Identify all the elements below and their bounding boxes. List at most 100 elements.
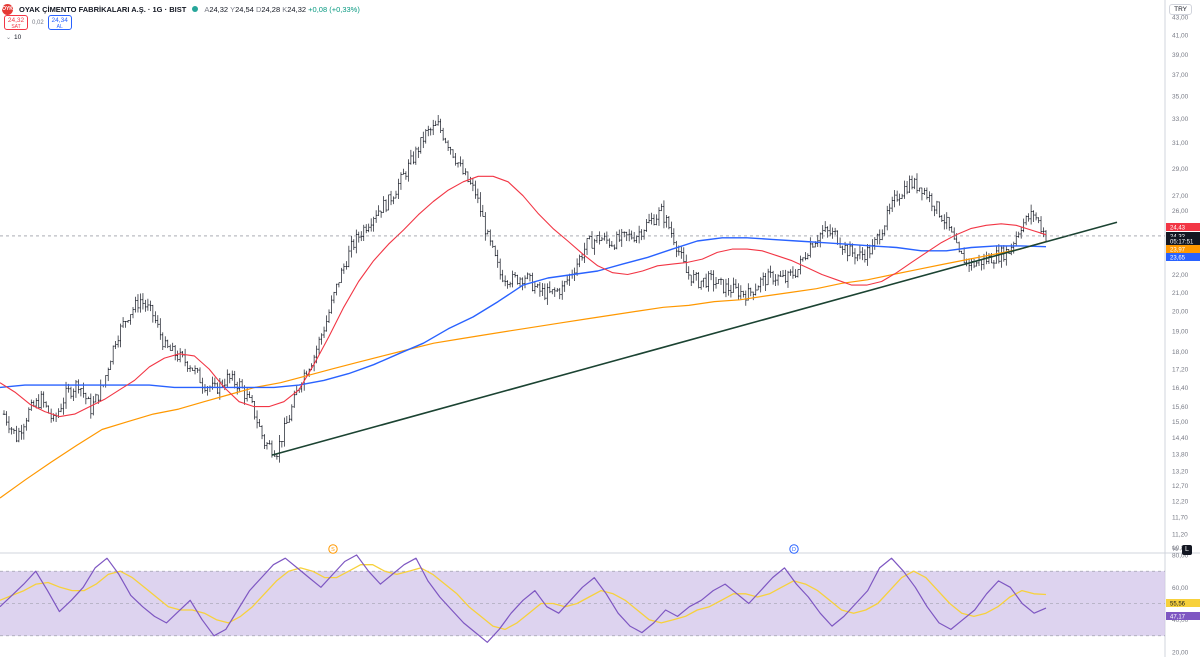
ohlc-bar xyxy=(479,192,482,217)
ohlc-bar xyxy=(650,212,653,225)
price-tick-label: 20,00 xyxy=(1172,309,1189,316)
ohlc-bar xyxy=(699,280,703,290)
ohlc-bar xyxy=(660,203,663,212)
ohlc-bar xyxy=(129,314,132,325)
ohlc-bar xyxy=(908,175,911,194)
price-tick-label: 39,00 xyxy=(1172,52,1189,59)
ohlc-bar xyxy=(1017,231,1020,238)
ohlc-bar xyxy=(697,272,700,289)
ohlc-bar xyxy=(943,214,946,230)
ohlc-bar xyxy=(149,300,152,312)
ohlc-bar xyxy=(950,226,953,233)
log-scale-button[interactable]: L xyxy=(1182,545,1192,555)
ohlc-bar xyxy=(228,373,231,384)
ohlc-bar xyxy=(610,240,614,247)
price-axis-badge-text: 23,65 xyxy=(1170,255,1186,261)
ohlc-bar xyxy=(461,159,465,175)
ohlc-bar xyxy=(556,287,559,292)
ohlc-bar xyxy=(154,311,157,324)
ohlc-bar xyxy=(337,282,341,288)
symbol-name: OYAK ÇİMENTO FABRİKALARI A.Ş. xyxy=(19,4,146,14)
price-tick-label: 21,00 xyxy=(1172,290,1189,297)
ohlc-bar xyxy=(886,205,889,231)
close-value: 24,32 xyxy=(287,4,307,14)
ohlc-bar xyxy=(188,365,192,373)
chevron-down-icon: ⌄ xyxy=(6,35,12,41)
ohlc-bar xyxy=(734,279,738,289)
ohlc-bar xyxy=(409,149,413,165)
ohlc-bar xyxy=(456,162,460,168)
ohlc-bar xyxy=(255,410,259,429)
ohlc-bar xyxy=(469,176,472,185)
ohlc-bar xyxy=(915,173,919,194)
sell-button[interactable]: 24,32 SAT xyxy=(4,15,28,30)
ohlc-bar xyxy=(116,335,120,348)
ohlc-bar xyxy=(742,290,745,298)
ohlc-bar xyxy=(330,295,333,314)
ohlc-bar xyxy=(754,283,757,296)
chart-canvas[interactable]: 43,00 41,00 39,00 37,00 35,00 33,00 31,00 29,00… xyxy=(0,0,1200,657)
ohlc-bar xyxy=(369,218,373,232)
ohlc-bar xyxy=(702,277,705,288)
ohlc-bar xyxy=(863,249,867,263)
ohlc-bar xyxy=(121,317,125,328)
ohlc-bar xyxy=(1015,231,1018,247)
ohlc-bar xyxy=(583,242,586,263)
ohlc-bar xyxy=(898,193,901,206)
ohlc-bar xyxy=(367,223,370,233)
ohlc-bar xyxy=(930,193,934,212)
ohlc-bar xyxy=(87,396,90,400)
price-tick-label: 31,00 xyxy=(1172,140,1189,147)
ohlc-bar xyxy=(471,178,475,192)
ohlc-bar xyxy=(811,242,814,248)
ohlc-bar xyxy=(868,244,872,259)
ohlc-bar xyxy=(541,282,544,296)
percent-scale-button[interactable]: % xyxy=(1172,545,1178,555)
ohlc-bar xyxy=(159,318,162,340)
ohlc-bar xyxy=(171,342,174,351)
ohlc-bar xyxy=(920,187,924,201)
ohlc-bar xyxy=(1029,204,1033,225)
rsi-axis-badge-text: 55,56 xyxy=(1170,601,1186,607)
ohlc-bar xyxy=(876,233,879,245)
ohlc-bar xyxy=(494,245,497,257)
ohlc-bar xyxy=(231,370,234,381)
ohlc-bar xyxy=(335,283,338,296)
currency-selector[interactable]: TRY xyxy=(1169,4,1192,15)
ohlc-bar xyxy=(392,196,395,205)
price-tick-label: 35,00 xyxy=(1172,93,1189,100)
price-tick-label: 41,00 xyxy=(1172,33,1189,40)
symbol-title[interactable]: OYAK ÇİMENTO FABRİKALARI A.Ş. · 1G · BIS… xyxy=(19,5,186,14)
indicators-toggle[interactable]: ⌄ 10 xyxy=(6,34,21,41)
ohlc-bar xyxy=(126,320,130,323)
ohlc-bar xyxy=(340,267,343,284)
ohlc-bar xyxy=(2,410,6,416)
ohlc-bar xyxy=(652,214,656,226)
ohlc-bar xyxy=(263,434,266,449)
ohlc-bar xyxy=(414,146,418,165)
ohlc-bar xyxy=(285,416,289,424)
ohlc-bar xyxy=(563,280,566,292)
ohlc-bar xyxy=(384,199,388,213)
ohlc-bar xyxy=(94,393,97,403)
ohlc-bar xyxy=(910,175,914,190)
ohlc-bar xyxy=(603,232,606,241)
ohlc-bar xyxy=(546,283,549,305)
ohlc-bar xyxy=(871,239,874,255)
ohlc-bar xyxy=(635,235,638,244)
buy-button[interactable]: 24,34 AL xyxy=(47,15,72,30)
price-tick-label: 29,00 xyxy=(1172,166,1189,173)
ohlc-bar xyxy=(841,245,844,255)
ohlc-bar xyxy=(476,188,480,204)
title-separator: · xyxy=(147,4,151,14)
ohlc-bar xyxy=(722,279,725,294)
chart-root: 43,00 41,00 39,00 37,00 35,00 33,00 31,00 29,00… xyxy=(0,0,1200,657)
ohlc-bar xyxy=(27,407,31,423)
price-axis-badge-text: 23,97 xyxy=(1170,247,1186,253)
ohlc-bar xyxy=(536,283,539,288)
ohlc-bar xyxy=(769,265,772,278)
ohlc-bar xyxy=(712,270,715,292)
ohlc-bar xyxy=(590,231,594,249)
ohlc-bar xyxy=(853,248,857,265)
interval: 1G xyxy=(152,4,163,14)
